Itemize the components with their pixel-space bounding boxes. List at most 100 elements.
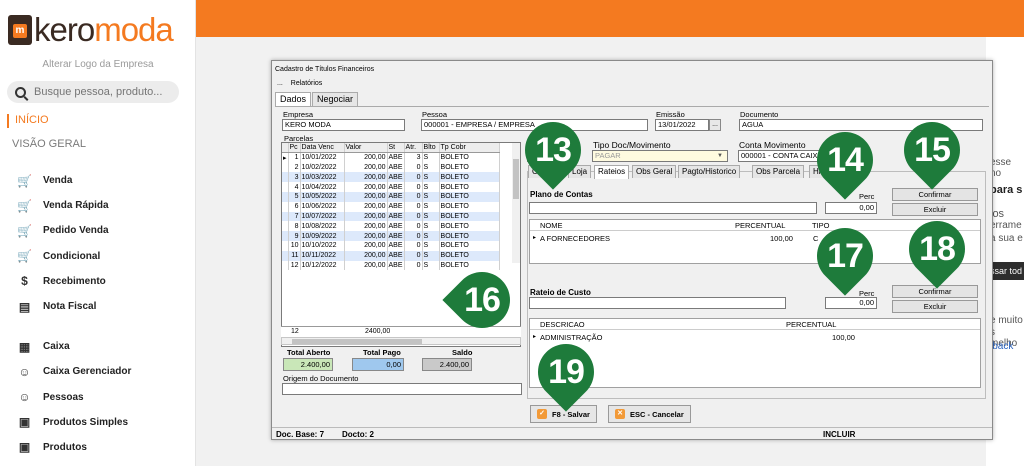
table-row[interactable]: 12 10/12/2022 200,00 ABE 0 S BOLETO [282, 260, 500, 271]
table-cell: S [422, 240, 440, 251]
table-row[interactable]: 8 10/08/2022 200,00 ABE 0 S BOLETO [282, 221, 500, 232]
origem-field[interactable] [282, 383, 522, 395]
box-icon: ▣ [18, 440, 31, 455]
rateio-custo-grid[interactable]: DESCRICAO PERCENTUAL ▸ ADMINISTRAÇÃO 100… [529, 318, 981, 388]
nav-item-caixa[interactable]: ▦ Caixa [0, 334, 196, 359]
table-cell: 11 [288, 250, 301, 261]
excluir-plano-button[interactable]: Excluir [892, 203, 978, 216]
conta-mov-field[interactable]: 000001 - CONTA CAIXA [738, 150, 828, 162]
grid-header-cell[interactable]: St [387, 143, 405, 154]
grid-header-cell[interactable]: NOME [540, 221, 563, 230]
table-row[interactable]: 10 10/10/2022 200,00 ABE 0 S BOLETO [282, 240, 500, 251]
excluir-rateio-button[interactable]: Excluir [892, 300, 978, 313]
search-box[interactable] [7, 81, 179, 103]
table-row[interactable]: 4 10/04/2022 200,00 ABE 0 S BOLETO [282, 182, 500, 192]
table-row[interactable]: 11 10/11/2022 200,00 ABE 0 S BOLETO [282, 250, 500, 261]
table-row[interactable]: ▸ ADMINISTRAÇÃO 100,00 [530, 332, 980, 343]
table-row[interactable]: 3 10/03/2022 200,00 ABE 0 S BOLETO [282, 172, 500, 183]
emissao-picker-button[interactable]: ... [709, 119, 721, 131]
tab-pagto-historico[interactable]: Pagto/Historico [678, 165, 741, 178]
table-cell: ABE [387, 172, 405, 183]
tipo-doc-select[interactable]: PAGAR [592, 150, 728, 162]
total-aberto-label: Total Aberto [287, 348, 331, 357]
table-cell: 10/01/2022 [300, 152, 345, 163]
alter-logo-link[interactable]: Alterar Logo da Empresa [0, 59, 196, 70]
cancelar-button[interactable]: ✕ ESC - Cancelar [608, 405, 691, 423]
grid-header-cell[interactable]: PERCENTUAL [735, 221, 785, 230]
grid-header-cell[interactable]: Tp Cobr [439, 143, 500, 154]
empresa-field[interactable]: KERO MODA [282, 119, 405, 131]
tab-obs-geral[interactable]: Obs Geral [632, 165, 677, 178]
scroll-thumb[interactable] [292, 339, 422, 344]
rateio-custo-label: Rateio de Custo [530, 288, 591, 297]
scroll-thumb[interactable] [513, 159, 519, 199]
table-cell: BOLETO [439, 231, 500, 241]
nav-item-venda[interactable]: 🛒 Venda [0, 168, 196, 193]
callout-number: 15 [914, 131, 950, 169]
table-row[interactable]: 5 10/05/2022 200,00 ABE 0 S BOLETO [282, 191, 500, 202]
grid-header-cell[interactable]: Data Venc [300, 143, 345, 154]
nav-item-caixa-gerenciador[interactable]: ☺ Caixa Gerenciador [0, 359, 196, 384]
nav-item-pessoas[interactable]: ☺ Pessoas [0, 385, 196, 410]
grid-horizontal-scrollbar[interactable] [281, 337, 521, 345]
table-cell: S [422, 250, 440, 261]
perc2-field[interactable]: 0,00 [825, 297, 877, 309]
nav-item-label: Caixa [43, 341, 70, 353]
bg-link[interactable]: lback [990, 341, 1013, 352]
chevron-down-icon[interactable]: ▼ [717, 153, 723, 159]
table-cell: 10/02/2022 [300, 162, 345, 173]
tab-negociar[interactable]: Negociar [312, 92, 359, 106]
nav-item-nota-fiscal[interactable]: ▤ Nota Fiscal [0, 294, 196, 319]
perc-field[interactable]: 0,00 [825, 202, 877, 214]
table-cell: BOLETO [439, 201, 500, 212]
search-input[interactable] [34, 86, 174, 98]
table-cell: 0 [404, 221, 423, 232]
tab-obs-parcela[interactable]: Obs Parcela [752, 165, 805, 178]
table-cell: 200,00 [344, 152, 388, 163]
table-cell: 0 [404, 201, 423, 212]
table-cell: 100,00 [770, 234, 793, 243]
nav-item-produtos[interactable]: ▣ Produtos [0, 435, 196, 460]
nav-item-venda-rapida[interactable]: 🛒 Venda Rápida [0, 193, 196, 218]
origem-label: Origem do Documento [283, 374, 359, 383]
tab-dados[interactable]: Dados [275, 92, 312, 106]
table-cell: BOLETO [439, 162, 500, 173]
table-row[interactable]: 7 10/07/2022 200,00 ABE 0 S BOLETO [282, 211, 500, 222]
menu-dots[interactable]: ... [277, 80, 283, 87]
nav-item-condicional[interactable]: 🛒 Condicional [0, 244, 196, 269]
callout-badge-14: 14 [805, 120, 885, 200]
nav-item-recebimento[interactable]: $ Recebimento [0, 269, 196, 294]
logo[interactable]: m kero moda [8, 10, 174, 50]
table-row[interactable]: 9 10/09/2022 200,00 ABE 0 S BOLETO [282, 231, 500, 241]
grid-header-cell[interactable]: Valor [344, 143, 388, 154]
menu-inicio[interactable]: INÍCIO [7, 114, 49, 128]
nav-item-pedido-venda[interactable]: 🛒 Pedido Venda [0, 218, 196, 243]
menu-visao-geral[interactable]: VISÃO GERAL [12, 138, 86, 150]
tab-rateios[interactable]: Rateios [594, 165, 630, 179]
callout-badge-13: 13 [513, 110, 593, 190]
callout-badge-18: 18 [897, 209, 977, 289]
table-row[interactable]: 6 10/06/2022 200,00 ABE 0 S BOLETO [282, 201, 500, 212]
rateio-custo-field[interactable] [529, 297, 786, 309]
table-cell: 0 [404, 211, 423, 222]
total-aberto-value: 2.400,00 [283, 358, 333, 371]
grid-header-cell[interactable]: Blto [422, 143, 440, 154]
emissao-field[interactable]: 13/01/2022 [655, 119, 709, 131]
nav-item-produtos-simples[interactable]: ▣ Produtos Simples [0, 410, 196, 435]
menu-relatorios[interactable]: Relatórios [291, 80, 323, 87]
table-row[interactable]: 2 10/02/2022 200,00 ABE 0 S BOLETO [282, 162, 500, 173]
bg-button[interactable]: ssar tod [988, 262, 1024, 280]
table-row[interactable]: ▸ 1 10/01/2022 200,00 ABE 3 S BOLETO [282, 152, 500, 163]
user-lock-icon: ☺ [18, 364, 31, 379]
bg-text: errame [990, 220, 1022, 231]
table-cell: 10/07/2022 [300, 211, 345, 222]
callout-number: 18 [919, 230, 955, 268]
plano-contas-field[interactable] [529, 202, 817, 214]
grid-header-cell[interactable]: Atr. [404, 143, 423, 154]
box-icon: ▣ [18, 415, 31, 430]
grid-header-cell[interactable]: PERCENTUAL [786, 320, 836, 329]
grid-vertical-scrollbar[interactable] [512, 143, 520, 263]
grid-header-cell[interactable]: Pc [288, 143, 301, 154]
confirmar-plano-button[interactable]: Confirmar [892, 188, 978, 201]
grid-header-cell[interactable]: DESCRICAO [540, 320, 585, 329]
